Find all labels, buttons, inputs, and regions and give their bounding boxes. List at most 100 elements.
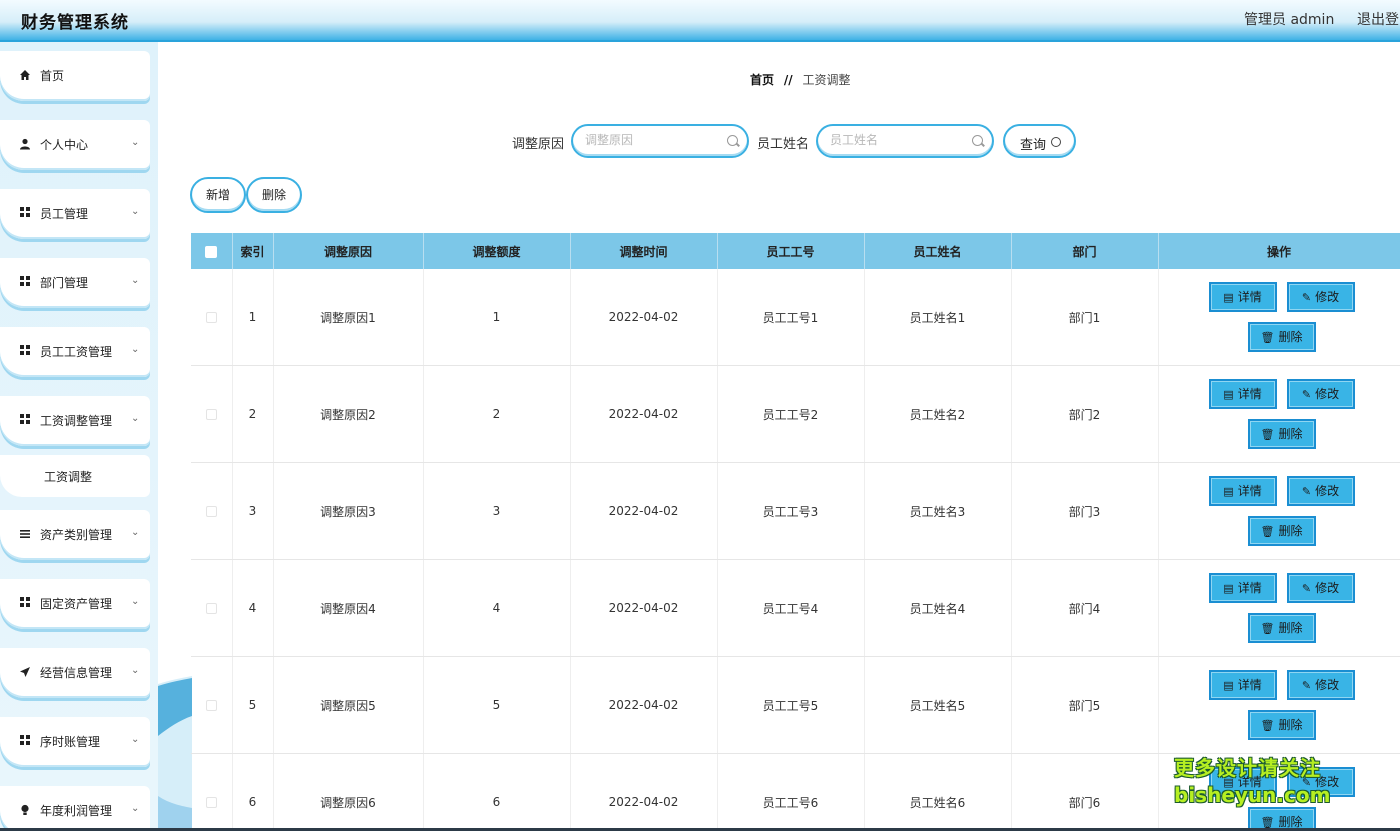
grid-icon <box>19 276 31 288</box>
edit-button-label: 修改 <box>1315 484 1340 498</box>
add-button[interactable]: 新增 <box>190 177 246 213</box>
table-cell: 员工姓名4 <box>864 559 1012 657</box>
batch-delete-button[interactable]: 删除 <box>246 177 302 213</box>
table-cell: 4 <box>232 559 274 657</box>
watermark-line1: 更多设计请关注 <box>1174 756 1321 780</box>
table-cell: 员工工号6 <box>717 753 865 831</box>
table-cell: 1 <box>423 269 571 366</box>
detail-button-label: 详情 <box>1237 484 1262 498</box>
sidebar-item-business-info[interactable]: 经营信息管理 ⌄ <box>0 648 150 698</box>
edit-button[interactable]: ✎ 修改 <box>1286 476 1355 506</box>
name-search-input[interactable] <box>830 133 970 147</box>
row-select-cell[interactable] <box>191 365 233 463</box>
sidebar-item-home[interactable]: 首页 <box>0 51 150 101</box>
sidebar-item-asset-category[interactable]: 资产类别管理 ⌄ <box>0 510 150 560</box>
grid-icon <box>19 414 31 426</box>
table-cell: 员工工号4 <box>717 559 865 657</box>
grid-icon <box>19 597 31 609</box>
sidebar-subitem-salary-adjust[interactable]: 工资调整 <box>0 455 150 497</box>
trash-icon: 🗑 <box>1260 428 1275 441</box>
delete-button[interactable]: 🗑 删除 <box>1247 419 1316 449</box>
operations-cell: ▤ 详情 ✎ 修改 🗑 删除 <box>1158 365 1400 463</box>
operations-cell: ▤ 详情 ✎ 修改 🗑 删除 <box>1158 559 1400 657</box>
column-header: 操作 <box>1158 233 1400 269</box>
chevron-down-icon: ⌄ <box>131 413 140 424</box>
operations-cell: ▤ 详情 ✎ 修改 🗑 删除 <box>1158 269 1400 366</box>
trash-icon: 🗑 <box>1260 719 1275 732</box>
table-cell: 员工工号5 <box>717 656 865 754</box>
table-cell: 调整原因3 <box>273 462 424 560</box>
search-icon <box>1051 137 1061 147</box>
row-checkbox[interactable] <box>205 603 217 614</box>
row-select-cell[interactable] <box>191 462 233 560</box>
row-checkbox[interactable] <box>205 312 217 323</box>
delete-button[interactable]: 🗑 删除 <box>1247 322 1316 352</box>
select-all-checkbox[interactable] <box>205 245 218 258</box>
delete-button[interactable]: 🗑 删除 <box>1247 516 1316 546</box>
sidebar-item-journal[interactable]: 序时账管理 ⌄ <box>0 717 150 767</box>
row-select-cell[interactable] <box>191 269 233 366</box>
delete-button[interactable]: 🗑 删除 <box>1247 613 1316 643</box>
document-icon: ▤ <box>1223 388 1234 401</box>
decorative-wave <box>158 676 192 828</box>
name-search-box <box>816 124 994 158</box>
document-icon: ▤ <box>1223 485 1234 498</box>
home-icon <box>19 69 31 81</box>
table-cell: 员工姓名1 <box>864 269 1012 366</box>
detail-button[interactable]: ▤ 详情 <box>1208 476 1277 506</box>
edit-button[interactable]: ✎ 修改 <box>1286 573 1355 603</box>
edit-button-label: 修改 <box>1315 290 1340 304</box>
delete-button[interactable]: 🗑 删除 <box>1247 710 1316 740</box>
row-checkbox[interactable] <box>205 700 217 711</box>
edit-button[interactable]: ✎ 修改 <box>1286 282 1355 312</box>
detail-button[interactable]: ▤ 详情 <box>1208 573 1277 603</box>
watermark: 更多设计请关注 bisheyun.com <box>1174 752 1334 807</box>
app-title: 财务管理系统 <box>21 13 129 33</box>
row-select-cell[interactable] <box>191 559 233 657</box>
sidebar-item-department[interactable]: 部门管理 ⌄ <box>0 258 150 308</box>
table-cell: 员工姓名5 <box>864 656 1012 754</box>
logout-link[interactable]: 退出登 <box>1357 9 1399 29</box>
sidebar-item-employee[interactable]: 员工管理 ⌄ <box>0 189 150 239</box>
delete-button-label: 删除 <box>1278 427 1303 441</box>
breadcrumb-separator: // <box>783 73 793 87</box>
table-cell: 员工工号3 <box>717 462 865 560</box>
table-cell: 调整原因2 <box>273 365 424 463</box>
table-cell: 2022-04-02 <box>570 559 718 657</box>
row-select-cell[interactable] <box>191 753 233 831</box>
chevron-down-icon: ⌄ <box>131 596 140 607</box>
document-icon: ▤ <box>1223 582 1234 595</box>
row-checkbox[interactable] <box>205 506 217 517</box>
detail-button[interactable]: ▤ 详情 <box>1208 379 1277 409</box>
select-all-cell[interactable] <box>191 233 233 269</box>
chevron-down-icon: ⌄ <box>131 275 140 286</box>
detail-button-label: 详情 <box>1237 387 1262 401</box>
sidebar-item-annual-profit[interactable]: 年度利润管理 ⌄ <box>0 786 150 831</box>
bulb-icon <box>19 804 31 816</box>
reason-search-input[interactable] <box>585 133 725 147</box>
query-button[interactable]: 查询 <box>1003 124 1076 158</box>
table-cell: 部门2 <box>1011 365 1159 463</box>
table-cell: 2022-04-02 <box>570 269 718 366</box>
row-checkbox[interactable] <box>205 797 217 808</box>
chevron-down-icon: ⌄ <box>131 137 140 148</box>
detail-button[interactable]: ▤ 详情 <box>1208 670 1277 700</box>
edit-button[interactable]: ✎ 修改 <box>1286 670 1355 700</box>
table-header-row: 索引 调整原因 调整额度 调整时间 员工工号 员工姓名 部门 操作 <box>191 233 1400 269</box>
chevron-down-icon: ⌄ <box>131 344 140 355</box>
sidebar-item-fixed-asset[interactable]: 固定资产管理 ⌄ <box>0 579 150 629</box>
detail-button[interactable]: ▤ 详情 <box>1208 282 1277 312</box>
edit-button-label: 修改 <box>1315 678 1340 692</box>
chevron-down-icon: ⌄ <box>131 527 140 538</box>
row-checkbox[interactable] <box>205 409 217 420</box>
row-select-cell[interactable] <box>191 656 233 754</box>
sidebar-item-salary[interactable]: 员工工资管理 ⌄ <box>0 327 150 377</box>
document-icon: ▤ <box>1223 679 1234 692</box>
delete-button-label: 删除 <box>1278 524 1303 538</box>
sidebar-item-salary-adjust[interactable]: 工资调整管理 ⌄ <box>0 396 150 446</box>
edit-button[interactable]: ✎ 修改 <box>1286 379 1355 409</box>
sidebar-item-personal-center[interactable]: 个人中心 ⌄ <box>0 120 150 170</box>
table-cell: 3 <box>232 462 274 560</box>
breadcrumb-home[interactable]: 首页 <box>750 73 774 87</box>
column-header: 员工姓名 <box>864 233 1012 269</box>
